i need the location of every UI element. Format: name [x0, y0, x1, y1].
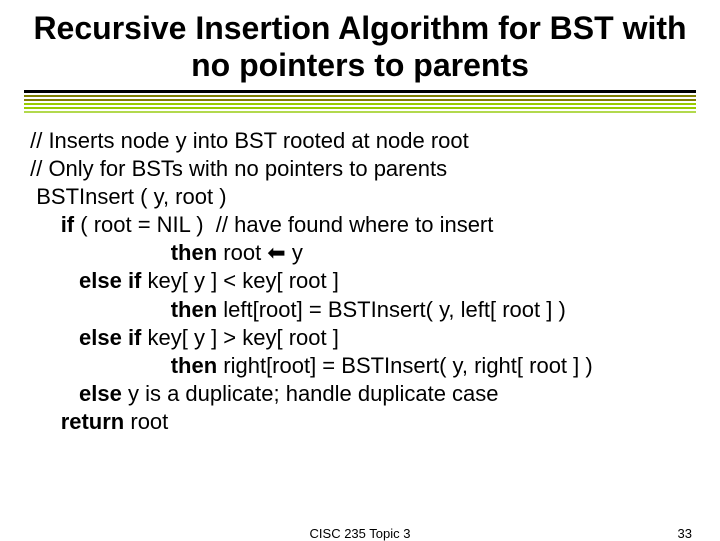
- slide-title: Recursive Insertion Algorithm for BST wi…: [24, 10, 696, 84]
- code-line-7-indent: [24, 297, 171, 322]
- code-line-10-rest: y is a duplicate; handle duplicate case: [122, 381, 499, 406]
- code-line-3: BSTInsert ( y, root ): [24, 184, 227, 209]
- code-line-9-rest: right[root] = BSTInsert( y, right[ root …: [217, 353, 593, 378]
- code-line-11-rest: root: [124, 409, 168, 434]
- code-line-9-indent: [24, 353, 171, 378]
- code-line-4-indent: [24, 212, 61, 237]
- slide: Recursive Insertion Algorithm for BST wi…: [0, 0, 720, 540]
- keyword-if: if: [61, 212, 74, 237]
- code-line-6-rest: key[ y ] < key[ root ]: [141, 268, 338, 293]
- code-line-8-indent: [24, 325, 79, 350]
- footer-center-text: CISC 235 Topic 3: [310, 526, 411, 541]
- page-number: 33: [678, 526, 692, 541]
- code-line-7-rest: left[root] = BSTInsert( y, left[ root ] …: [217, 297, 566, 322]
- code-line-4-rest: ( root = NIL ) // have found where to in…: [74, 212, 493, 237]
- code-line-2: // Only for BSTs with no pointers to par…: [24, 156, 447, 181]
- title-underline-rules: [24, 90, 696, 113]
- code-line-11-indent: [24, 409, 61, 434]
- keyword-else-if: else if: [79, 268, 141, 293]
- code-line-5-mid: root: [217, 240, 267, 265]
- keyword-then: then: [171, 240, 217, 265]
- keyword-else-if-2: else if: [79, 325, 141, 350]
- code-line-1: // Inserts node y into BST rooted at nod…: [24, 128, 469, 153]
- keyword-then-3: then: [171, 353, 217, 378]
- keyword-then-2: then: [171, 297, 217, 322]
- code-line-5-indent: [24, 240, 171, 265]
- code-block: // Inserts node y into BST rooted at nod…: [24, 127, 696, 437]
- code-line-6-indent: [24, 268, 79, 293]
- left-arrow-icon: ⬅: [267, 240, 285, 265]
- code-line-10-indent: [24, 381, 79, 406]
- keyword-return: return: [61, 409, 125, 434]
- code-line-8-rest: key[ y ] > key[ root ]: [141, 325, 338, 350]
- code-line-5-end: y: [286, 240, 303, 265]
- keyword-else: else: [79, 381, 122, 406]
